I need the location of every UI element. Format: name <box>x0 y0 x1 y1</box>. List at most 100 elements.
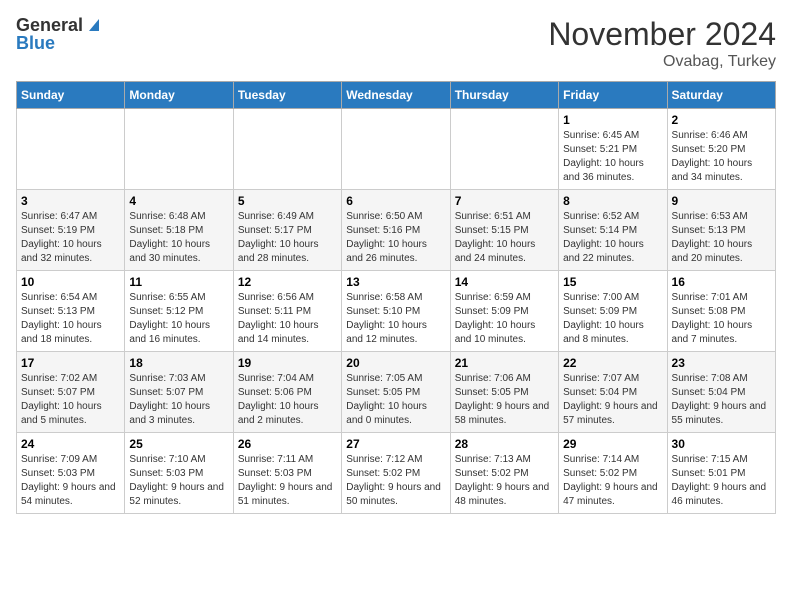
day-number: 1 <box>563 113 662 127</box>
day-info: Sunrise: 7:03 AMSunset: 5:07 PMDaylight:… <box>129 372 228 428</box>
day-info: Sunrise: 6:56 AMSunset: 5:11 PMDaylight:… <box>238 291 337 347</box>
day-number: 7 <box>455 194 554 208</box>
day-info: Sunrise: 6:45 AMSunset: 5:21 PMDaylight:… <box>563 129 662 185</box>
calendar-day-cell <box>450 109 558 190</box>
calendar-day-cell: 7Sunrise: 6:51 AMSunset: 5:15 PMDaylight… <box>450 190 558 271</box>
day-number: 8 <box>563 194 662 208</box>
day-number: 16 <box>672 275 771 289</box>
day-number: 17 <box>21 356 120 370</box>
calendar-day-cell: 23 Sunrise: 7:08 AMSunset: 5:04 PMDayligh… <box>667 352 775 433</box>
weekday-header: Saturday <box>667 82 775 109</box>
month-title: November 2024 <box>548 16 776 53</box>
day-info: Sunrise: 7:11 AMSunset: 5:03 PMDaylight:… <box>238 453 337 509</box>
day-info: Sunrise: 7:01 AMSunset: 5:08 PMDaylight:… <box>672 291 771 347</box>
day-info: Sunrise: 7:15 AMSunset: 5:01 PMDaylight:… <box>672 453 771 509</box>
calendar-day-cell: 6 Sunrise: 6:50 AMSunset: 5:16 PMDaylight… <box>342 190 450 271</box>
calendar-week-row: 10 Sunrise: 6:54 AMSunset: 5:13 PMDayligh… <box>17 271 776 352</box>
calendar-day-cell: 3 Sunrise: 6:47 AMSunset: 5:19 PMDaylight… <box>17 190 125 271</box>
day-info: Sunrise: 7:12 AMSunset: 5:02 PMDaylight:… <box>346 453 445 509</box>
weekday-header: Thursday <box>450 82 558 109</box>
calendar-day-cell: 22Sunrise: 7:07 AMSunset: 5:04 PMDayligh… <box>559 352 667 433</box>
day-number: 15 <box>563 275 662 289</box>
calendar-day-cell: 25 Sunrise: 7:10 AMSunset: 5:03 PMDayligh… <box>125 433 233 514</box>
weekday-header: Monday <box>125 82 233 109</box>
logo-general-text: General <box>16 16 83 34</box>
calendar-table: SundayMondayTuesdayWednesdayThursdayFrid… <box>16 81 776 514</box>
day-info: Sunrise: 7:10 AMSunset: 5:03 PMDaylight:… <box>129 453 228 509</box>
day-info: Sunrise: 7:13 AMSunset: 5:02 PMDaylight:… <box>455 453 554 509</box>
day-number: 30 <box>672 437 771 451</box>
weekday-header: Friday <box>559 82 667 109</box>
calendar-day-cell: 13Sunrise: 6:58 AMSunset: 5:10 PMDayligh… <box>342 271 450 352</box>
day-info: Sunrise: 7:09 AMSunset: 5:03 PMDaylight:… <box>21 453 120 509</box>
day-number: 4 <box>129 194 228 208</box>
day-number: 28 <box>455 437 554 451</box>
day-info: Sunrise: 6:58 AMSunset: 5:10 PMDaylight:… <box>346 291 445 347</box>
day-number: 25 <box>129 437 228 451</box>
day-number: 24 <box>21 437 120 451</box>
day-info: Sunrise: 7:02 AMSunset: 5:07 PMDaylight:… <box>21 372 120 428</box>
calendar-day-cell: 21 Sunrise: 7:06 AMSunset: 5:05 PMDayligh… <box>450 352 558 433</box>
calendar-day-cell: 9Sunrise: 6:53 AMSunset: 5:13 PMDaylight… <box>667 190 775 271</box>
calendar-day-cell: 11Sunrise: 6:55 AMSunset: 5:12 PMDayligh… <box>125 271 233 352</box>
day-info: Sunrise: 6:55 AMSunset: 5:12 PMDaylight:… <box>129 291 228 347</box>
calendar-day-cell: 1 Sunrise: 6:45 AMSunset: 5:21 PMDaylight… <box>559 109 667 190</box>
weekday-header: Sunday <box>17 82 125 109</box>
calendar-day-cell: 12 Sunrise: 6:56 AMSunset: 5:11 PMDayligh… <box>233 271 341 352</box>
calendar-day-cell: 18 Sunrise: 7:03 AMSunset: 5:07 PMDayligh… <box>125 352 233 433</box>
day-number: 23 <box>672 356 771 370</box>
calendar-week-row: 1 Sunrise: 6:45 AMSunset: 5:21 PMDaylight… <box>17 109 776 190</box>
day-info: Sunrise: 7:08 AMSunset: 5:04 PMDaylight:… <box>672 372 771 428</box>
day-number: 5 <box>238 194 337 208</box>
logo-blue-text: Blue <box>16 34 55 52</box>
day-number: 21 <box>455 356 554 370</box>
calendar-day-cell: 10 Sunrise: 6:54 AMSunset: 5:13 PMDayligh… <box>17 271 125 352</box>
logo: General Blue <box>16 16 103 52</box>
calendar-day-cell: 29 Sunrise: 7:14 AMSunset: 5:02 PMDayligh… <box>559 433 667 514</box>
weekday-header: Tuesday <box>233 82 341 109</box>
day-number: 2 <box>672 113 771 127</box>
day-number: 20 <box>346 356 445 370</box>
day-number: 18 <box>129 356 228 370</box>
calendar-day-cell: 2Sunrise: 6:46 AMSunset: 5:20 PMDaylight… <box>667 109 775 190</box>
day-info: Sunrise: 6:50 AMSunset: 5:16 PMDaylight:… <box>346 210 445 266</box>
day-number: 3 <box>21 194 120 208</box>
day-number: 19 <box>238 356 337 370</box>
day-number: 29 <box>563 437 662 451</box>
day-info: Sunrise: 7:06 AMSunset: 5:05 PMDaylight:… <box>455 372 554 428</box>
calendar-day-cell: 5 Sunrise: 6:49 AMSunset: 5:17 PMDaylight… <box>233 190 341 271</box>
calendar-day-cell: 20 Sunrise: 7:05 AMSunset: 5:05 PMDayligh… <box>342 352 450 433</box>
day-number: 14 <box>455 275 554 289</box>
day-info: Sunrise: 7:05 AMSunset: 5:05 PMDaylight:… <box>346 372 445 428</box>
calendar-day-cell: 28 Sunrise: 7:13 AMSunset: 5:02 PMDayligh… <box>450 433 558 514</box>
logo-icon <box>85 15 103 33</box>
calendar-day-cell: 14 Sunrise: 6:59 AMSunset: 5:09 PMDayligh… <box>450 271 558 352</box>
day-number: 27 <box>346 437 445 451</box>
calendar-week-row: 3 Sunrise: 6:47 AMSunset: 5:19 PMDaylight… <box>17 190 776 271</box>
calendar-day-cell: 24 Sunrise: 7:09 AMSunset: 5:03 PMDayligh… <box>17 433 125 514</box>
day-number: 12 <box>238 275 337 289</box>
weekday-header: Wednesday <box>342 82 450 109</box>
calendar-day-cell: 26Sunrise: 7:11 AMSunset: 5:03 PMDayligh… <box>233 433 341 514</box>
calendar-day-cell <box>17 109 125 190</box>
calendar-day-cell: 8 Sunrise: 6:52 AMSunset: 5:14 PMDaylight… <box>559 190 667 271</box>
calendar-week-row: 17 Sunrise: 7:02 AMSunset: 5:07 PMDayligh… <box>17 352 776 433</box>
day-info: Sunrise: 7:14 AMSunset: 5:02 PMDaylight:… <box>563 453 662 509</box>
day-info: Sunrise: 7:00 AMSunset: 5:09 PMDaylight:… <box>563 291 662 347</box>
day-number: 10 <box>21 275 120 289</box>
calendar-day-cell <box>342 109 450 190</box>
day-info: Sunrise: 6:59 AMSunset: 5:09 PMDaylight:… <box>455 291 554 347</box>
day-info: Sunrise: 6:47 AMSunset: 5:19 PMDaylight:… <box>21 210 120 266</box>
calendar-day-cell: 19Sunrise: 7:04 AMSunset: 5:06 PMDayligh… <box>233 352 341 433</box>
calendar-day-cell: 15 Sunrise: 7:00 AMSunset: 5:09 PMDayligh… <box>559 271 667 352</box>
day-info: Sunrise: 6:49 AMSunset: 5:17 PMDaylight:… <box>238 210 337 266</box>
day-info: Sunrise: 6:54 AMSunset: 5:13 PMDaylight:… <box>21 291 120 347</box>
day-info: Sunrise: 7:07 AMSunset: 5:04 PMDaylight:… <box>563 372 662 428</box>
day-info: Sunrise: 6:52 AMSunset: 5:14 PMDaylight:… <box>563 210 662 266</box>
location-title: Ovabag, Turkey <box>548 53 776 71</box>
calendar-day-cell: 27 Sunrise: 7:12 AMSunset: 5:02 PMDayligh… <box>342 433 450 514</box>
page-header: General Blue November 2024 Ovabag, Turke… <box>16 16 776 71</box>
day-info: Sunrise: 6:48 AMSunset: 5:18 PMDaylight:… <box>129 210 228 266</box>
calendar-header-row: SundayMondayTuesdayWednesdayThursdayFrid… <box>17 82 776 109</box>
day-number: 6 <box>346 194 445 208</box>
